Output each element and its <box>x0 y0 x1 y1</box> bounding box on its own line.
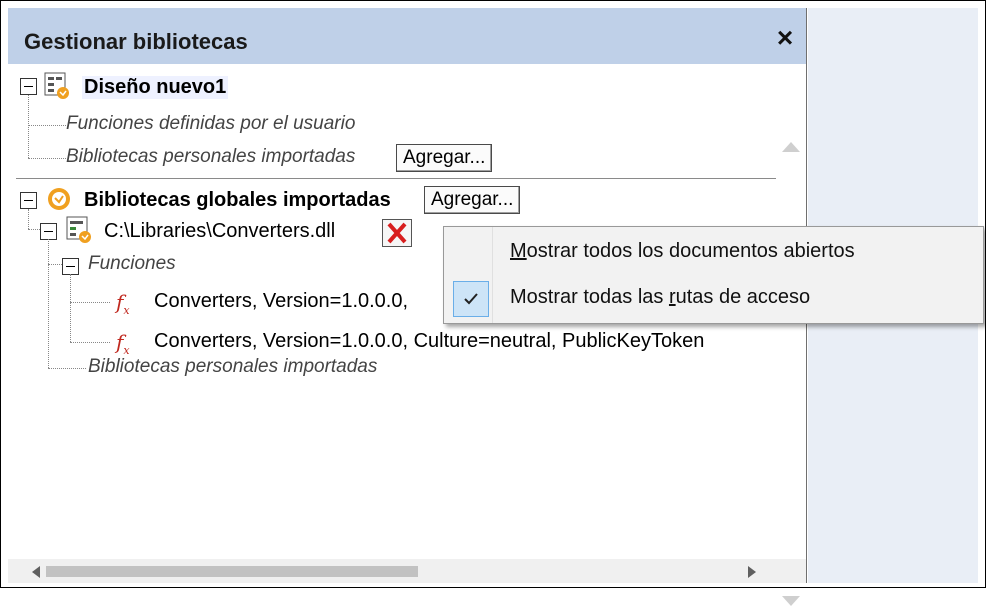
tree-line <box>70 274 71 342</box>
menu-item-label: Mostrar todos los documentos abiertos <box>510 240 855 262</box>
tree-line <box>48 239 49 368</box>
scrollbar-thumb[interactable] <box>46 566 418 577</box>
tree-line <box>70 342 110 343</box>
menu-item-show-open-documents[interactable]: Mostrar todos los documentos abiertos <box>444 229 983 275</box>
collapse-box-icon[interactable] <box>20 192 37 209</box>
collapse-box-icon[interactable] <box>62 258 79 275</box>
tree-line <box>28 125 66 126</box>
menu-item-label: Mostrar todas las rutas de acceso <box>510 286 811 308</box>
global-libs-label: Bibliotecas globales importadas <box>84 189 391 211</box>
tree-line <box>28 209 29 229</box>
function-item[interactable]: Converters, Version=1.0.0.0, <box>154 290 408 313</box>
scroll-left-arrow-icon[interactable] <box>32 566 40 578</box>
design-name[interactable]: Diseño nuevo1 <box>82 76 229 99</box>
remove-library-button[interactable] <box>382 219 412 247</box>
panel-title: Gestionar bibliotecas <box>24 29 248 54</box>
scroll-up-arrow-icon[interactable] <box>782 142 800 152</box>
add-global-library-button[interactable]: Agregar... <box>424 186 521 214</box>
close-icon[interactable]: × <box>770 23 800 53</box>
personal-libs-label: Bibliotecas personales importadas <box>66 146 356 167</box>
function-item[interactable]: Converters, Version=1.0.0.0, Culture=neu… <box>154 330 768 353</box>
library-file-icon <box>66 216 91 243</box>
tree-line <box>48 264 62 265</box>
tree-line <box>70 302 110 303</box>
section-divider <box>16 178 776 179</box>
functions-label: Funciones <box>88 253 176 274</box>
clock-badge-icon <box>48 188 70 210</box>
context-menu: Mostrar todos los documentos abiertos Mo… <box>443 226 984 324</box>
collapse-box-icon[interactable] <box>20 78 37 95</box>
mapping-design-icon <box>44 72 69 99</box>
checkmark-icon <box>453 281 489 317</box>
red-x-delete-icon <box>387 222 407 244</box>
fx-function-icon: fx <box>116 290 130 317</box>
personal-libs-global-label: Bibliotecas personales importadas <box>88 356 378 377</box>
horizontal-scrollbar[interactable] <box>8 559 806 583</box>
menu-item-show-paths[interactable]: Mostrar todas las rutas de acceso <box>444 275 983 321</box>
tree-line <box>28 95 29 158</box>
scroll-down-arrow-icon[interactable] <box>782 596 800 606</box>
dll-path[interactable]: C:\Libraries\Converters.dll <box>104 220 335 243</box>
tree-line <box>28 158 66 159</box>
tree-line <box>28 229 40 230</box>
fx-function-icon: fx <box>116 330 130 357</box>
add-personal-library-button[interactable]: Agregar... <box>396 144 493 172</box>
tree-line <box>48 368 86 369</box>
scroll-right-arrow-icon[interactable] <box>748 566 756 578</box>
user-functions-label[interactable]: Funciones definidas por el usuario <box>66 113 355 135</box>
panel-title-bar: Gestionar bibliotecas × <box>8 8 806 64</box>
collapse-box-icon[interactable] <box>40 223 57 240</box>
